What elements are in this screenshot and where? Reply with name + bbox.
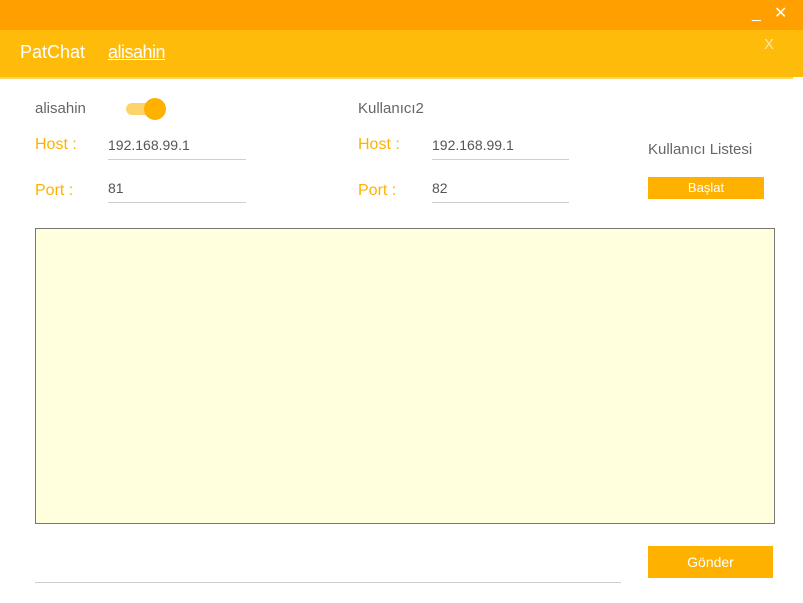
- remote-port-label: Port :: [358, 182, 397, 199]
- message-input[interactable]: [35, 552, 621, 583]
- remote-user-name: Kullanıcı2: [358, 100, 424, 117]
- remote-host-label: Host :: [358, 136, 400, 153]
- close-icon[interactable]: X: [764, 36, 774, 53]
- window-close-button[interactable]: ✕: [774, 4, 787, 24]
- header-divider: [0, 77, 793, 79]
- start-button[interactable]: Başlat: [648, 177, 764, 199]
- local-user-name: alisahin: [35, 100, 86, 117]
- user-list-label: Kullanıcı Listesi: [648, 141, 753, 158]
- remote-port-input[interactable]: [432, 174, 569, 203]
- local-host-input[interactable]: [108, 131, 246, 160]
- local-port-label: Port :: [35, 182, 74, 199]
- local-port-input[interactable]: [108, 174, 246, 203]
- online-toggle[interactable]: [126, 98, 166, 120]
- toggle-knob: [144, 98, 166, 120]
- window-titlebar: _ ✕: [0, 0, 803, 30]
- send-button[interactable]: Gönder: [648, 546, 773, 578]
- chat-log[interactable]: [35, 228, 775, 524]
- current-user-link[interactable]: alisahin: [108, 42, 166, 63]
- minimize-button[interactable]: _: [752, 4, 761, 24]
- remote-host-input[interactable]: [432, 131, 569, 160]
- app-header: PatChat alisahin X: [0, 30, 803, 77]
- app-title: PatChat: [20, 42, 86, 62]
- local-host-label: Host :: [35, 136, 77, 153]
